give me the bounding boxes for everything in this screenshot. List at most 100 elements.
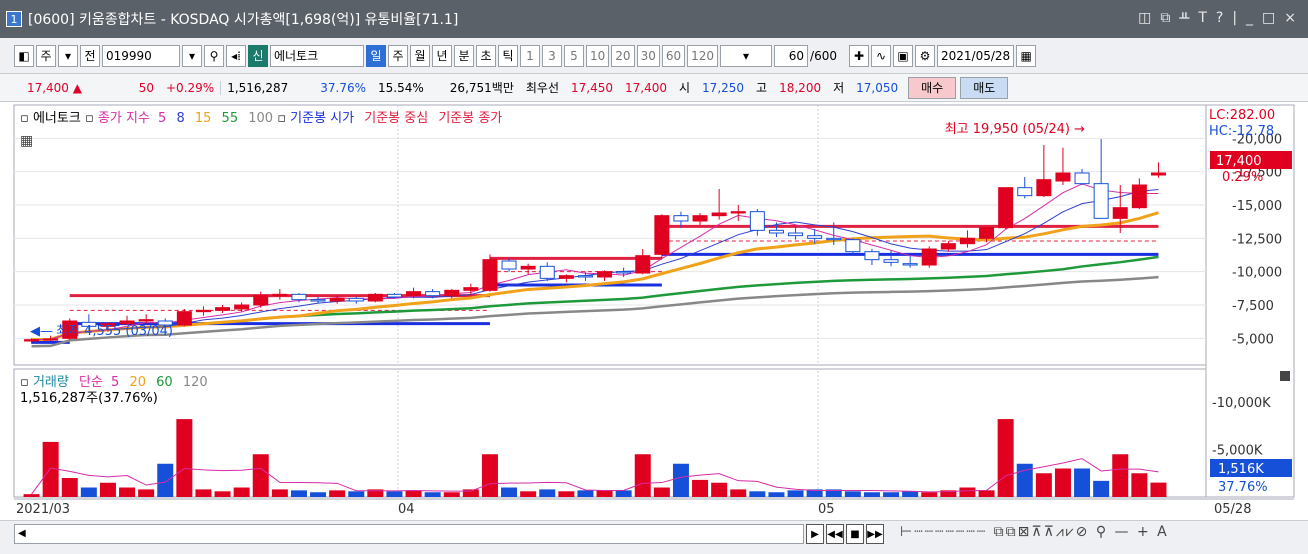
period-week[interactable]: 주 (388, 44, 408, 67)
dropdown-icon[interactable]: ▾ (58, 44, 78, 67)
window-controls: ◫ ⧉ ᚇ T ? | _ □ × (1138, 10, 1296, 26)
candle-body (673, 215, 689, 222)
x-axis-label: 05/28 (1214, 502, 1251, 517)
maximize-icon[interactable]: □ (1262, 10, 1275, 26)
volume-bar (405, 490, 422, 497)
close-icon[interactable]: × (1284, 10, 1296, 26)
volume-bar (80, 487, 97, 497)
toolbar: ◧ 주 ▾ 전 019990 ▾ ⚲ ◂⁞ 신 에너토크 일 주 월 년 분 초… (0, 38, 1308, 74)
text-icon[interactable]: T (1198, 10, 1207, 26)
count-input[interactable]: 60 (774, 44, 809, 67)
custom-period-select[interactable]: ▾ (720, 44, 773, 67)
code-input[interactable]: 019990 (102, 44, 180, 67)
play-icon[interactable]: ▶ (806, 524, 824, 544)
candle-body (883, 259, 899, 263)
legend-base-mid: 기준봉 중심 (364, 111, 428, 126)
search-icon[interactable]: ⚲ (204, 44, 224, 67)
x-axis-label: 04 (398, 502, 415, 517)
period-tick[interactable]: 틱 (498, 44, 518, 67)
period-minute[interactable]: 분 (454, 44, 474, 67)
open-label: 시 (679, 81, 691, 95)
minute-5[interactable]: 5 (564, 44, 584, 67)
code-dropdown-icon[interactable]: ▾ (182, 44, 202, 67)
volume-bar (501, 487, 518, 497)
speaker-icon[interactable]: ◂⁞ (226, 44, 246, 67)
drawing-tools[interactable]: ⊢┈┈┈┈┈┈┈ ⧉⧉⊠⊼⊼⩘⩗⊘ ⚲ — + A (900, 524, 1169, 540)
calendar-icon[interactable]: ▦ (1016, 44, 1037, 67)
vol-ma20: 20 (129, 375, 146, 390)
candle-body (1131, 184, 1147, 209)
legend-stock-name[interactable]: 에너토크 (33, 111, 81, 126)
forward-icon[interactable]: ▶▶ (866, 524, 884, 544)
volume-bar (138, 489, 155, 497)
bid-price: 17,400 (625, 80, 667, 95)
candle-body (291, 293, 307, 301)
minute-120[interactable]: 120 (687, 44, 719, 67)
copy-icon[interactable]: ⧉ (1160, 10, 1170, 26)
candle-body (730, 211, 746, 214)
stock-name-field[interactable]: 에너토크 (270, 44, 364, 67)
rewind-icon[interactable]: ◀◀ (826, 524, 844, 544)
volume-tick: -5,000K (1212, 444, 1263, 459)
minute-10[interactable]: 10 (586, 44, 610, 67)
layout-icon[interactable]: ◫ (1138, 10, 1151, 26)
new-badge[interactable]: 신 (248, 44, 268, 67)
candle-body (272, 293, 288, 297)
buy-button[interactable]: 매수 (908, 76, 957, 99)
volume-bar (1150, 482, 1167, 497)
volume-bar (290, 490, 307, 497)
candle-body (654, 215, 670, 255)
candle-body (807, 235, 823, 239)
volume-bar (1093, 480, 1110, 497)
volume-bar (271, 489, 288, 497)
period-month[interactable]: 월 (410, 44, 430, 67)
minute-30[interactable]: 30 (636, 44, 660, 67)
volume-bar (558, 491, 575, 497)
volume-bar (787, 490, 804, 497)
layout-toggle-icon[interactable]: ◧ (14, 44, 34, 67)
save-icon[interactable]: ▣ (892, 44, 913, 67)
minute-1[interactable]: 1 (520, 44, 540, 67)
help-icon[interactable]: ? (1216, 10, 1223, 26)
table-icon[interactable]: ▦ (20, 133, 33, 149)
crosshair-icon[interactable]: ✚ (848, 44, 869, 67)
chart-scrollbar[interactable]: ◀ (14, 524, 804, 544)
lc-label: LC:282.00 (1209, 108, 1275, 123)
volume-bar (1035, 473, 1052, 497)
current-price: 17,400 ▲ (26, 80, 82, 95)
period-second[interactable]: 초 (476, 44, 496, 67)
volume-tick: -10,000K (1212, 396, 1271, 411)
candle-body (215, 307, 231, 311)
last-vol-label: 1,516K (1218, 462, 1264, 477)
minimize-icon[interactable]: _ (1246, 10, 1253, 26)
period-day[interactable]: 일 (366, 44, 386, 67)
prefix-button[interactable]: 전 (80, 44, 100, 67)
change-value: 50 (138, 80, 154, 95)
minute-3[interactable]: 3 (542, 44, 562, 67)
gear-icon[interactable]: ⚙ (914, 44, 935, 67)
separator: | (1232, 10, 1238, 26)
candle-body (711, 212, 727, 217)
minute-20[interactable]: 20 (611, 44, 635, 67)
market-select[interactable]: 주 (36, 44, 56, 67)
candle-body (788, 232, 804, 237)
stop-icon[interactable]: ■ (846, 524, 864, 544)
last-vol-pct-label: 37.76% (1218, 480, 1268, 495)
candle-body (616, 271, 632, 274)
volume-bar (844, 491, 861, 497)
volume-bar (157, 463, 174, 497)
pin-icon[interactable]: ᚇ (1179, 10, 1189, 26)
minute-60[interactable]: 60 (661, 44, 686, 67)
volume-bar (252, 454, 269, 497)
candle-body (539, 265, 555, 279)
high-arrow-icon: → (1074, 122, 1085, 137)
sell-button[interactable]: 매도 (960, 76, 1009, 99)
pane-close-icon[interactable] (1280, 371, 1290, 381)
date-input[interactable]: 2021/05/28 (936, 44, 1015, 67)
price-tick: -5,000 (1232, 332, 1274, 347)
volume-bar (348, 491, 365, 497)
volume-bar (921, 492, 938, 497)
indicator-icon[interactable]: ∿ (870, 44, 891, 67)
volume-bar (61, 478, 78, 497)
period-year[interactable]: 년 (432, 44, 452, 67)
